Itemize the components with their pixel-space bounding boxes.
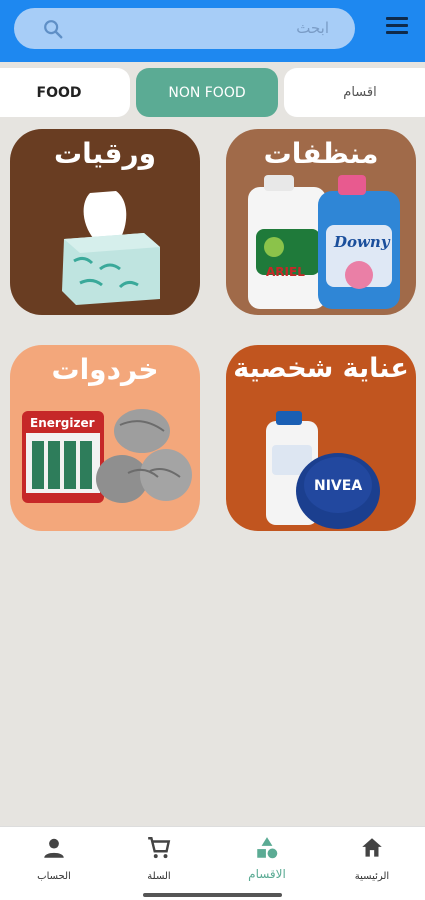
- category-tile-personal-care[interactable]: NIVEA عناية شخصية: [226, 345, 416, 531]
- nav-home[interactable]: الرئيسية: [327, 835, 417, 882]
- hamburger-menu-icon[interactable]: [386, 17, 410, 37]
- category-tabs: FOOD NON FOOD اقسام: [0, 68, 425, 118]
- tab-food[interactable]: FOOD: [0, 68, 130, 117]
- nav-cart-label: السلة: [147, 871, 171, 882]
- category-label: منظفات: [263, 137, 379, 170]
- category-label: خردوات: [51, 353, 159, 386]
- nav-cart[interactable]: السلة: [114, 835, 204, 882]
- search-bar[interactable]: ابحث: [14, 8, 355, 49]
- category-tile-hardware[interactable]: Energizer خردوات: [10, 345, 200, 531]
- nav-home-label: الرئيسية: [354, 871, 390, 882]
- category-label: ورقيات: [54, 137, 156, 170]
- nav-account[interactable]: الحساب: [9, 835, 99, 882]
- person-icon: [44, 838, 64, 858]
- nav-categories[interactable]: الاقسام: [222, 835, 312, 881]
- home-indicator: [143, 893, 282, 897]
- nav-categories-label: الاقسام: [248, 867, 286, 881]
- energizer-brand-text: Energizer: [30, 416, 95, 430]
- downy-brand-text: Downy: [333, 233, 391, 251]
- tab-categories[interactable]: اقسام: [284, 68, 425, 117]
- ariel-brand-text: ARIEL: [266, 265, 305, 279]
- category-tile-cleaners[interactable]: ARIEL Downy منظفات: [226, 129, 416, 315]
- top-bar: ابحث: [0, 0, 425, 62]
- cart-icon: [148, 837, 171, 859]
- nivea-brand-text: NIVEA: [314, 478, 362, 494]
- shapes-icon: [257, 837, 278, 859]
- bottom-navigation: الرئيسية الاقسام السلة الحساب: [0, 826, 425, 900]
- category-label: عناية شخصية: [233, 353, 409, 384]
- tab-non-food[interactable]: NON FOOD: [136, 68, 278, 117]
- home-icon: [362, 838, 382, 857]
- search-placeholder[interactable]: ابحث: [296, 19, 329, 37]
- category-tile-paper[interactable]: ورقيات: [10, 129, 200, 315]
- nav-account-label: الحساب: [37, 871, 71, 882]
- search-icon[interactable]: [42, 18, 64, 40]
